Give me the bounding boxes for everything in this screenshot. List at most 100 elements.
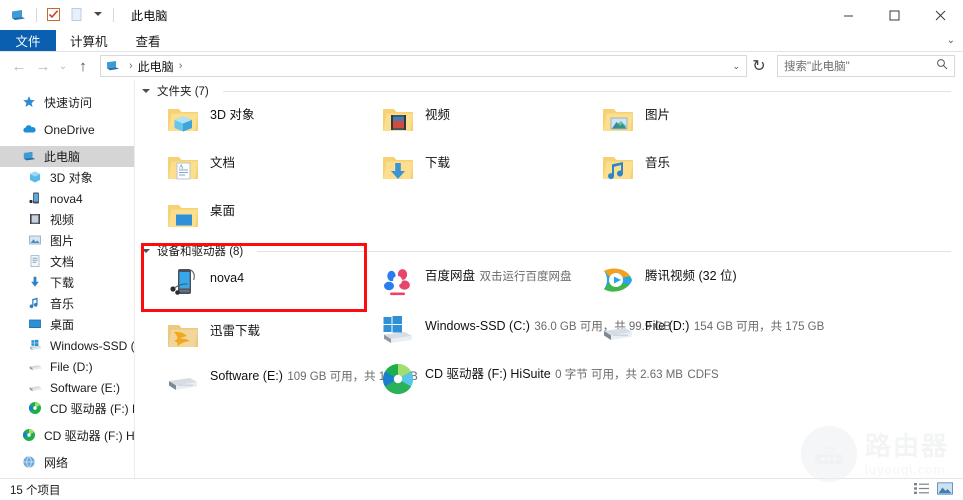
- sidebar-item-desktop[interactable]: 桌面: [0, 314, 134, 335]
- maximize-button[interactable]: [871, 0, 917, 30]
- breadcrumb-item-this-pc[interactable]: 此电脑: [138, 58, 174, 75]
- hdd-icon: [600, 313, 636, 349]
- sidebar-item-cd-drive-f-2[interactable]: CD 驱动器 (F:) HiSui: [0, 425, 134, 446]
- tile-baidu-netdisk[interactable]: 百度网盘 双击运行百度网盘: [380, 263, 571, 299]
- close-button[interactable]: [917, 0, 963, 30]
- tile-videos[interactable]: 视频: [380, 102, 450, 138]
- sidebar-item-music[interactable]: 音乐: [0, 293, 134, 314]
- tile-music[interactable]: 音乐: [600, 150, 670, 186]
- minimize-button[interactable]: [825, 0, 871, 30]
- ribbon-right-controls: ⌄: [947, 30, 963, 51]
- window-title: 此电脑: [131, 7, 168, 24]
- search-input[interactable]: 搜索"此电脑": [784, 58, 936, 74]
- tile-3d-objects[interactable]: 3D 对象: [165, 102, 254, 138]
- tile-label: nova4: [210, 271, 244, 285]
- group-label: 设备和驱动器 (8): [157, 243, 243, 259]
- cd-drive-icon: [22, 428, 38, 444]
- sidebar-item-label: 网络: [44, 454, 68, 471]
- tile-cd-drive-f[interactable]: CD 驱动器 (F:) HiSuite 0 字节 可用，共 2.63 MB CD…: [380, 361, 719, 397]
- up-button[interactable]: ↑: [72, 55, 94, 77]
- sidebar-item-pictures[interactable]: 图片: [0, 230, 134, 251]
- tile-body: 腾讯视频 (32 位): [645, 263, 737, 285]
- breadcrumb-separator-1[interactable]: ›: [179, 60, 183, 72]
- this-pc-icon: [22, 149, 38, 165]
- tile-label: 百度网盘: [425, 269, 475, 283]
- sidebar-item-label: OneDrive: [44, 123, 95, 137]
- navigation-pane[interactable]: 快速访问 OneDrive 此电脑: [0, 80, 135, 478]
- sidebar-item-windows-ssd-c[interactable]: Windows-SSD (C:): [0, 335, 134, 356]
- sidebar-item-videos[interactable]: 视频: [0, 209, 134, 230]
- cloud-icon: [22, 122, 38, 138]
- tile-desktop[interactable]: 桌面: [165, 198, 235, 234]
- sidebar-item-label: 音乐: [50, 295, 74, 312]
- search-box[interactable]: 搜索"此电脑": [777, 55, 955, 77]
- tile-sublabel: 双击运行百度网盘: [479, 271, 571, 283]
- sidebar-item-quick-access[interactable]: 快速访问: [0, 92, 134, 113]
- tile-sublabel: 0 字节 可用，共 2.63 MB: [555, 369, 683, 381]
- sidebar-item-this-pc[interactable]: 此电脑: [0, 146, 134, 167]
- group-rule: [257, 251, 951, 252]
- tile-thunder-download[interactable]: 迅雷下载: [165, 318, 260, 354]
- breadcrumb[interactable]: › 此电脑 › ⌄: [100, 55, 747, 77]
- tile-label: 3D 对象: [210, 108, 254, 122]
- sidebar-item-3d-objects[interactable]: 3D 对象: [0, 167, 134, 188]
- tile-nova4[interactable]: nova4: [165, 265, 244, 301]
- tab-computer[interactable]: 计算机: [56, 30, 122, 51]
- tile-body: 迅雷下载: [210, 318, 260, 340]
- sidebar-item-onedrive[interactable]: OneDrive: [0, 119, 134, 140]
- ribbon-expand-icon[interactable]: ⌄: [947, 35, 955, 46]
- tab-file[interactable]: 文件: [0, 30, 56, 51]
- properties-icon[interactable]: [46, 7, 63, 24]
- sidebar-item-label: Software (E:): [50, 381, 120, 395]
- search-icon[interactable]: [936, 57, 948, 75]
- star-icon: [22, 95, 38, 111]
- details-view-icon[interactable]: [914, 482, 929, 498]
- chevron-down-icon[interactable]: [141, 86, 151, 96]
- desktop-icon: [28, 317, 44, 333]
- large-icons-view-icon[interactable]: [937, 482, 953, 498]
- tab-view[interactable]: 查看: [122, 30, 175, 51]
- sidebar-item-nova4[interactable]: nova4: [0, 188, 134, 209]
- sidebar-item-file-d[interactable]: File (D:): [0, 356, 134, 377]
- tile-file-d[interactable]: File (D:) 154 GB 可用，共 175 GB: [600, 313, 824, 349]
- file-list-pane[interactable]: 文件夹 (7) 3D 对象: [135, 80, 963, 478]
- recent-locations-button[interactable]: ⌄: [56, 55, 70, 77]
- sidebar-item-cd-drive-f-1[interactable]: CD 驱动器 (F:) HiSu: [0, 398, 134, 419]
- chevron-down-icon[interactable]: [141, 246, 151, 256]
- breadcrumb-separator-0: ›: [129, 60, 133, 72]
- group-rule: [223, 91, 951, 92]
- explorer-body: 快速访问 OneDrive 此电脑: [0, 80, 963, 478]
- tile-label: File (D:): [645, 319, 689, 333]
- sidebar-item-software-e[interactable]: Software (E:): [0, 377, 134, 398]
- sidebar-item-label: Windows-SSD (C:): [50, 339, 135, 353]
- tile-pictures[interactable]: 图片: [600, 102, 670, 138]
- new-folder-icon[interactable]: [69, 7, 86, 24]
- refresh-button[interactable]: ↻: [749, 55, 769, 77]
- tile-label: 腾讯视频 (32 位): [645, 269, 737, 283]
- pictures-icon: [28, 233, 44, 249]
- music-icon: [28, 296, 44, 312]
- hdd-icon: [165, 363, 201, 399]
- group-header-devices[interactable]: 设备和驱动器 (8): [135, 243, 963, 259]
- tile-label: Windows-SSD (C:): [425, 319, 530, 333]
- sidebar-item-label: 下载: [50, 274, 74, 291]
- phone-icon: [28, 191, 44, 207]
- group-header-folders[interactable]: 文件夹 (7): [135, 83, 963, 99]
- tile-documents[interactable]: A 文档: [165, 150, 235, 186]
- drive-icon: [28, 380, 44, 396]
- window-controls: [825, 0, 963, 30]
- tile-tencent-video[interactable]: 腾讯视频 (32 位): [600, 263, 737, 299]
- sidebar-item-label: CD 驱动器 (F:) HiSui: [44, 427, 135, 444]
- sidebar-item-label: 快速访问: [44, 94, 92, 111]
- back-button[interactable]: ←: [8, 55, 30, 77]
- this-pc-icon[interactable]: [10, 7, 27, 24]
- breadcrumb-dropdown-icon[interactable]: ⌄: [732, 61, 740, 72]
- forward-button[interactable]: →: [32, 55, 54, 77]
- tile-downloads[interactable]: 下载: [380, 150, 450, 186]
- sidebar-item-documents[interactable]: 文档: [0, 251, 134, 272]
- system-drive-icon: [28, 338, 44, 354]
- chevron-down-icon[interactable]: [92, 9, 104, 21]
- tile-body: 文档: [210, 150, 235, 172]
- sidebar-item-downloads[interactable]: 下载: [0, 272, 134, 293]
- sidebar-item-network[interactable]: 网络: [0, 452, 134, 473]
